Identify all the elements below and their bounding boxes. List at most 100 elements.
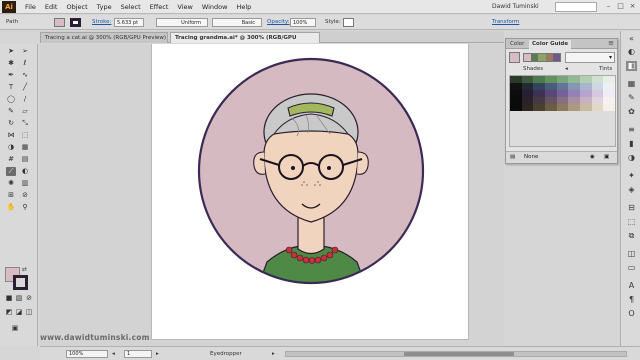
tab-color-guide[interactable]: Color Guide — [529, 40, 572, 49]
draw-inside-icon[interactable]: ◫ — [24, 308, 34, 317]
artboard-number-field[interactable]: 1 — [124, 350, 152, 358]
stroke-weight-field[interactable]: 5.633 pt — [114, 18, 144, 27]
opacity-label[interactable]: Opacity: — [267, 19, 290, 25]
opacity-field[interactable]: 100% — [290, 18, 316, 27]
menu-view[interactable]: View — [177, 3, 192, 11]
type-tool-icon[interactable]: T — [6, 83, 16, 92]
menu-edit[interactable]: Edit — [45, 3, 58, 11]
character-icon[interactable]: A — [626, 281, 637, 291]
direct-selection-tool-icon[interactable]: ➢ — [20, 47, 30, 56]
pencil-tool-icon[interactable]: ✎ — [6, 107, 16, 116]
swap-fill-stroke-icon[interactable]: ⇄ — [22, 266, 27, 273]
eyedropper-tool-icon[interactable]: ⟋ — [6, 167, 16, 176]
gradient-tool-icon[interactable]: ▤ — [20, 155, 30, 164]
menu-type[interactable]: Type — [97, 3, 112, 11]
swatches-icon[interactable]: ▦ — [626, 79, 637, 89]
pen-tool-icon[interactable]: ✒ — [6, 71, 16, 80]
align-icon[interactable]: ⊟ — [626, 203, 637, 213]
stroke-label[interactable]: Stroke: — [92, 19, 111, 25]
menu-select[interactable]: Select — [121, 3, 141, 11]
graphic-style-swatch[interactable] — [343, 18, 354, 27]
blend-tool-icon[interactable]: ◐ — [20, 167, 30, 176]
save-group-icon[interactable]: ▣ — [604, 152, 609, 163]
draw-behind-icon[interactable]: ◪ — [14, 308, 24, 317]
width-tool-icon[interactable]: ⋈ — [6, 131, 16, 140]
draw-normal-icon[interactable]: ◩ — [4, 308, 14, 317]
menu-object[interactable]: Object — [66, 3, 87, 11]
harmony-rules-dropdown[interactable]: ▾ — [565, 52, 615, 63]
collapse-panels-icon[interactable]: « — [626, 34, 637, 44]
minimize-icon[interactable]: – — [604, 2, 613, 11]
free-transform-tool-icon[interactable]: ⬚ — [20, 131, 30, 140]
column-graph-tool-icon[interactable]: ▥ — [20, 179, 30, 188]
paragraph-icon[interactable]: ¶ — [626, 295, 637, 305]
scrollbar-thumb[interactable] — [404, 352, 514, 356]
zoom-tool-icon[interactable]: ⚲ — [20, 203, 30, 212]
layers-icon[interactable]: ◫ — [626, 249, 637, 259]
panel-menu-icon[interactable]: ≡ — [608, 39, 614, 47]
artboards-icon[interactable]: ▭ — [626, 263, 637, 273]
brush-definition[interactable]: Basic — [212, 18, 262, 27]
fill-color-swatch[interactable] — [54, 18, 65, 27]
perspective-grid-tool-icon[interactable]: ▦ — [20, 143, 30, 152]
search-input[interactable] — [555, 2, 597, 12]
graphic-styles-icon[interactable]: ◈ — [626, 185, 637, 195]
variable-width-profile[interactable]: Uniform — [156, 18, 208, 27]
transparency-icon[interactable]: ◑ — [626, 153, 637, 163]
transform-link[interactable]: Transform — [492, 19, 519, 25]
stroke-swatch[interactable] — [13, 275, 28, 290]
next-artboard-icon[interactable]: ▸ — [156, 351, 159, 357]
none-mode-icon[interactable]: ⊘ — [24, 294, 34, 303]
menu-file[interactable]: File — [25, 3, 36, 11]
rotate-tool-icon[interactable]: ↻ — [6, 119, 16, 128]
menu-window[interactable]: Window — [202, 3, 228, 11]
opentype-icon[interactable]: O — [626, 309, 637, 319]
scale-tool-icon[interactable]: ⤡ — [20, 119, 30, 128]
limit-swatches-icon[interactable]: ▤ — [510, 152, 515, 163]
tab-color[interactable]: Color — [507, 40, 527, 49]
gradient-mode-icon[interactable]: ▨ — [14, 294, 24, 303]
artboard-tool-icon[interactable]: ⊞ — [6, 191, 16, 200]
menu-effect[interactable]: Effect — [150, 3, 169, 11]
harmony-colors[interactable] — [523, 53, 561, 62]
pathfinder-icon[interactable]: ⧉ — [626, 231, 637, 241]
close-icon[interactable]: × — [628, 2, 637, 11]
mesh-tool-icon[interactable]: # — [6, 155, 16, 164]
color-guide-icon[interactable]: ◧ — [626, 61, 637, 71]
stroke-color-swatch[interactable] — [70, 18, 81, 27]
ellipse-tool-icon[interactable]: ◯ — [6, 95, 16, 104]
symbols-icon[interactable]: ✿ — [626, 107, 637, 117]
stroke-panel-icon[interactable]: ≡ — [626, 125, 637, 135]
slice-tool-icon[interactable]: ⊘ — [20, 191, 30, 200]
brushes-icon[interactable]: ✎ — [626, 93, 637, 103]
artboard[interactable] — [151, 44, 469, 340]
shape-builder-tool-icon[interactable]: ◑ — [6, 143, 16, 152]
base-color-swatch[interactable] — [509, 52, 520, 63]
appearance-icon[interactable]: ✦ — [626, 171, 637, 181]
screen-mode-icon[interactable]: ▣ — [10, 324, 20, 333]
magic-wand-tool-icon[interactable]: ✱ — [6, 59, 16, 68]
color-variations-grid[interactable] — [509, 75, 616, 147]
selection-tool-icon[interactable]: ➤ — [6, 47, 16, 56]
horizontal-scrollbar[interactable] — [285, 351, 627, 357]
color-panel-icon[interactable]: ◐ — [626, 47, 637, 57]
menu-help[interactable]: Help — [236, 3, 251, 11]
tab-tracing-cat[interactable]: Tracing a cat.ai @ 300% (RGB/GPU Preview… — [40, 32, 168, 43]
zoom-field[interactable]: 100% — [66, 350, 108, 358]
transform-panel-icon[interactable]: ⬚ — [626, 217, 637, 227]
tab-tracing-grandma[interactable]: Tracing grandma.ai* @ 300% (RGB/GPU Prev… — [170, 32, 320, 51]
lasso-tool-icon[interactable]: ℓ — [20, 59, 30, 68]
line-segment-tool-icon[interactable]: ╱ — [20, 83, 30, 92]
status-arrow-icon[interactable]: ▸ — [272, 351, 275, 357]
gradient-panel-icon[interactable]: ▮ — [626, 139, 637, 149]
color-mode-icon[interactable]: ■ — [4, 294, 14, 303]
eraser-tool-icon[interactable]: ▱ — [20, 107, 30, 116]
prev-artboard-icon[interactable]: ◂ — [112, 351, 115, 357]
user-name[interactable]: Dawid Tuminski — [492, 3, 539, 10]
curvature-tool-icon[interactable]: ∿ — [20, 71, 30, 80]
symbol-sprayer-tool-icon[interactable]: ✺ — [6, 179, 16, 188]
edit-colors-icon[interactable]: ◉ — [590, 152, 595, 163]
paintbrush-tool-icon[interactable]: ∕ — [20, 95, 30, 104]
maximize-icon[interactable]: □ — [616, 2, 625, 11]
hand-tool-icon[interactable]: ✋ — [6, 203, 16, 212]
